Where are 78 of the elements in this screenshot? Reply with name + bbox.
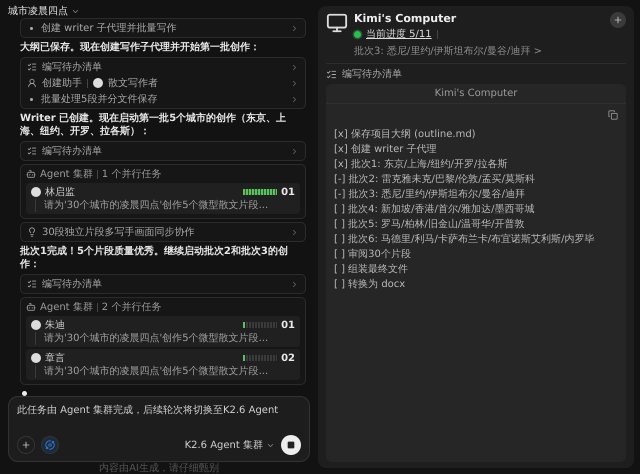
- chevron-icon[interactable]: [290, 24, 299, 32]
- agent-name: 林启监: [45, 186, 76, 199]
- step-label[interactable]: 创建 writer 子代理并批量写作: [41, 21, 177, 35]
- agent-name: 朱迪: [45, 318, 66, 332]
- avatar-icon: [31, 353, 41, 363]
- todo-line: [x] 创建 writer 子代理: [334, 143, 438, 156]
- agent-group-title: Agent 集群: [40, 301, 93, 314]
- agent-name: 章言: [45, 352, 66, 365]
- model-selector[interactable]: K2.6 Agent 集群: [184, 438, 275, 452]
- task-number: 01: [281, 186, 295, 198]
- todo-line: [-] 批次3: 悉尼/里约/伊斯坦布尔/曼谷/迪拜: [334, 188, 526, 201]
- todo-line: [ ] 组装最终文件: [334, 263, 410, 276]
- output-title: Kimi's Computer: [326, 84, 626, 104]
- computer-icon: [326, 12, 348, 34]
- stop-button[interactable]: [281, 435, 301, 455]
- checklist-icon: [27, 62, 37, 72]
- task-description: 请为'30个城市的凌晨四点'创作5个微型散文片段...: [35, 365, 295, 378]
- hint-card[interactable]: 30段独立片段多写手画面同步协作: [20, 222, 306, 242]
- user-icon: [27, 78, 37, 88]
- task-count: 1 个并行任务: [102, 168, 162, 181]
- progress-text[interactable]: 当前进度 5/11: [366, 27, 432, 41]
- orbit-button[interactable]: [41, 436, 59, 454]
- task-count: 2 个并行任务: [102, 300, 162, 314]
- input-field[interactable]: 此任务由 Agent 集群完成，后续轮次将切换至K2.6 Agent K2.6 Agent 集群: [8, 396, 310, 462]
- add-button[interactable]: [610, 12, 626, 28]
- step-label[interactable]: 编写待办清单: [42, 60, 102, 74]
- chevron-icon[interactable]: [290, 280, 299, 288]
- todo-line: [x] 保存项目大纲 (outline.md): [334, 128, 477, 141]
- todo-line: [ ] 审阅30个片段: [334, 248, 412, 261]
- step-label[interactable]: 编写待办清单: [42, 277, 102, 291]
- task-description: 请为'30个城市的凌晨四点'创作5个微型散文片段...: [35, 199, 295, 212]
- batch-link[interactable]: 批次3: 悉尼/里约/伊斯坦布尔/曼谷/迪拜 >: [354, 44, 542, 58]
- panel-title: Kimi's Computer: [354, 12, 458, 25]
- task-number: 02: [281, 352, 295, 364]
- disclaimer-text: 内容由AI生成，请仔细甄别: [98, 462, 220, 474]
- chevron-icon[interactable]: [290, 228, 299, 236]
- assistant-message: Writer 已创建。现在启动第一批5个城市的创作（东京、上海、纽约、开罗、拉各斯）：: [20, 112, 288, 138]
- plus-icon: [613, 15, 623, 25]
- agent-task[interactable]: 林启监 01 请为'30个城市的凌晨四点'创作5个微型散文片段...: [26, 183, 300, 214]
- step-label[interactable]: 编写待办清单: [42, 144, 102, 158]
- add-button[interactable]: [17, 436, 35, 454]
- todo-line: [ ] 批次4: 新加坡/香港/首尔/雅加达/墨西哥城: [334, 203, 536, 216]
- todo-line: [ ] 批次5: 罗马/柏林/旧金山/温哥华/开普敦: [334, 218, 526, 231]
- conversation-title[interactable]: 城市凌晨四点: [8, 4, 68, 18]
- checklist-icon: [27, 146, 37, 156]
- step-label[interactable]: 创建助手: [42, 76, 82, 90]
- bullet-icon: [30, 26, 33, 30]
- avatar-icon: [31, 187, 41, 197]
- orbit-icon: [45, 440, 55, 450]
- todo-line: [-] 批次2: 雷克雅未克/巴黎/伦敦/孟买/莫斯科: [334, 173, 536, 186]
- robot-icon: [26, 169, 36, 179]
- step-label[interactable]: 批量处理5段并分文件保存: [41, 92, 158, 106]
- todo-line: [ ] 转换为 docx: [334, 278, 406, 291]
- task-description: 请为'30个城市的凌晨四点'创作5个微型散文片段...: [35, 332, 295, 345]
- assistant-message: 大纲已保存。现在创建写作子代理并开始第一批创作：: [20, 41, 261, 54]
- plus-icon: [21, 440, 31, 450]
- assistant-message: 批次1完成！5个片段质量优秀。继续启动批次2和批次3的创作：: [20, 245, 289, 271]
- todo-line: [ ] 批次6: 马德里/利马/卡萨布兰卡/布宜诺斯艾利斯/内罗毕: [334, 233, 596, 246]
- task-number: 01: [281, 320, 295, 330]
- checklist-icon: [27, 279, 37, 289]
- agent-group-title: Agent 集群: [40, 168, 93, 181]
- chevron-icon[interactable]: [290, 146, 299, 156]
- bullet-icon: [30, 98, 33, 100]
- loading-dot: [22, 391, 27, 396]
- lightbulb-icon: [27, 227, 37, 237]
- copy-icon[interactable]: [608, 110, 618, 120]
- avatar-icon: [31, 320, 41, 330]
- todo-line: [x] 批次1: 东京/上海/纽约/开罗/拉各斯: [334, 158, 508, 171]
- hint-text: 30段独立片段多写手画面同步协作: [42, 226, 195, 239]
- current-step: 编写待办清单: [342, 67, 402, 81]
- checklist-icon: [326, 68, 337, 80]
- status-dot-icon: [354, 30, 361, 38]
- step-detail: 散文写作者: [108, 76, 158, 90]
- robot-icon: [26, 302, 36, 312]
- avatar-icon: [93, 78, 103, 88]
- agent-task[interactable]: 章言 02 请为'30个城市的凌晨四点'创作5个微型散文片段...: [26, 349, 300, 380]
- agent-task[interactable]: 朱迪 01 请为'30个城市的凌晨四点'创作5个微型散文片段...: [26, 316, 300, 347]
- stop-icon: [287, 441, 295, 449]
